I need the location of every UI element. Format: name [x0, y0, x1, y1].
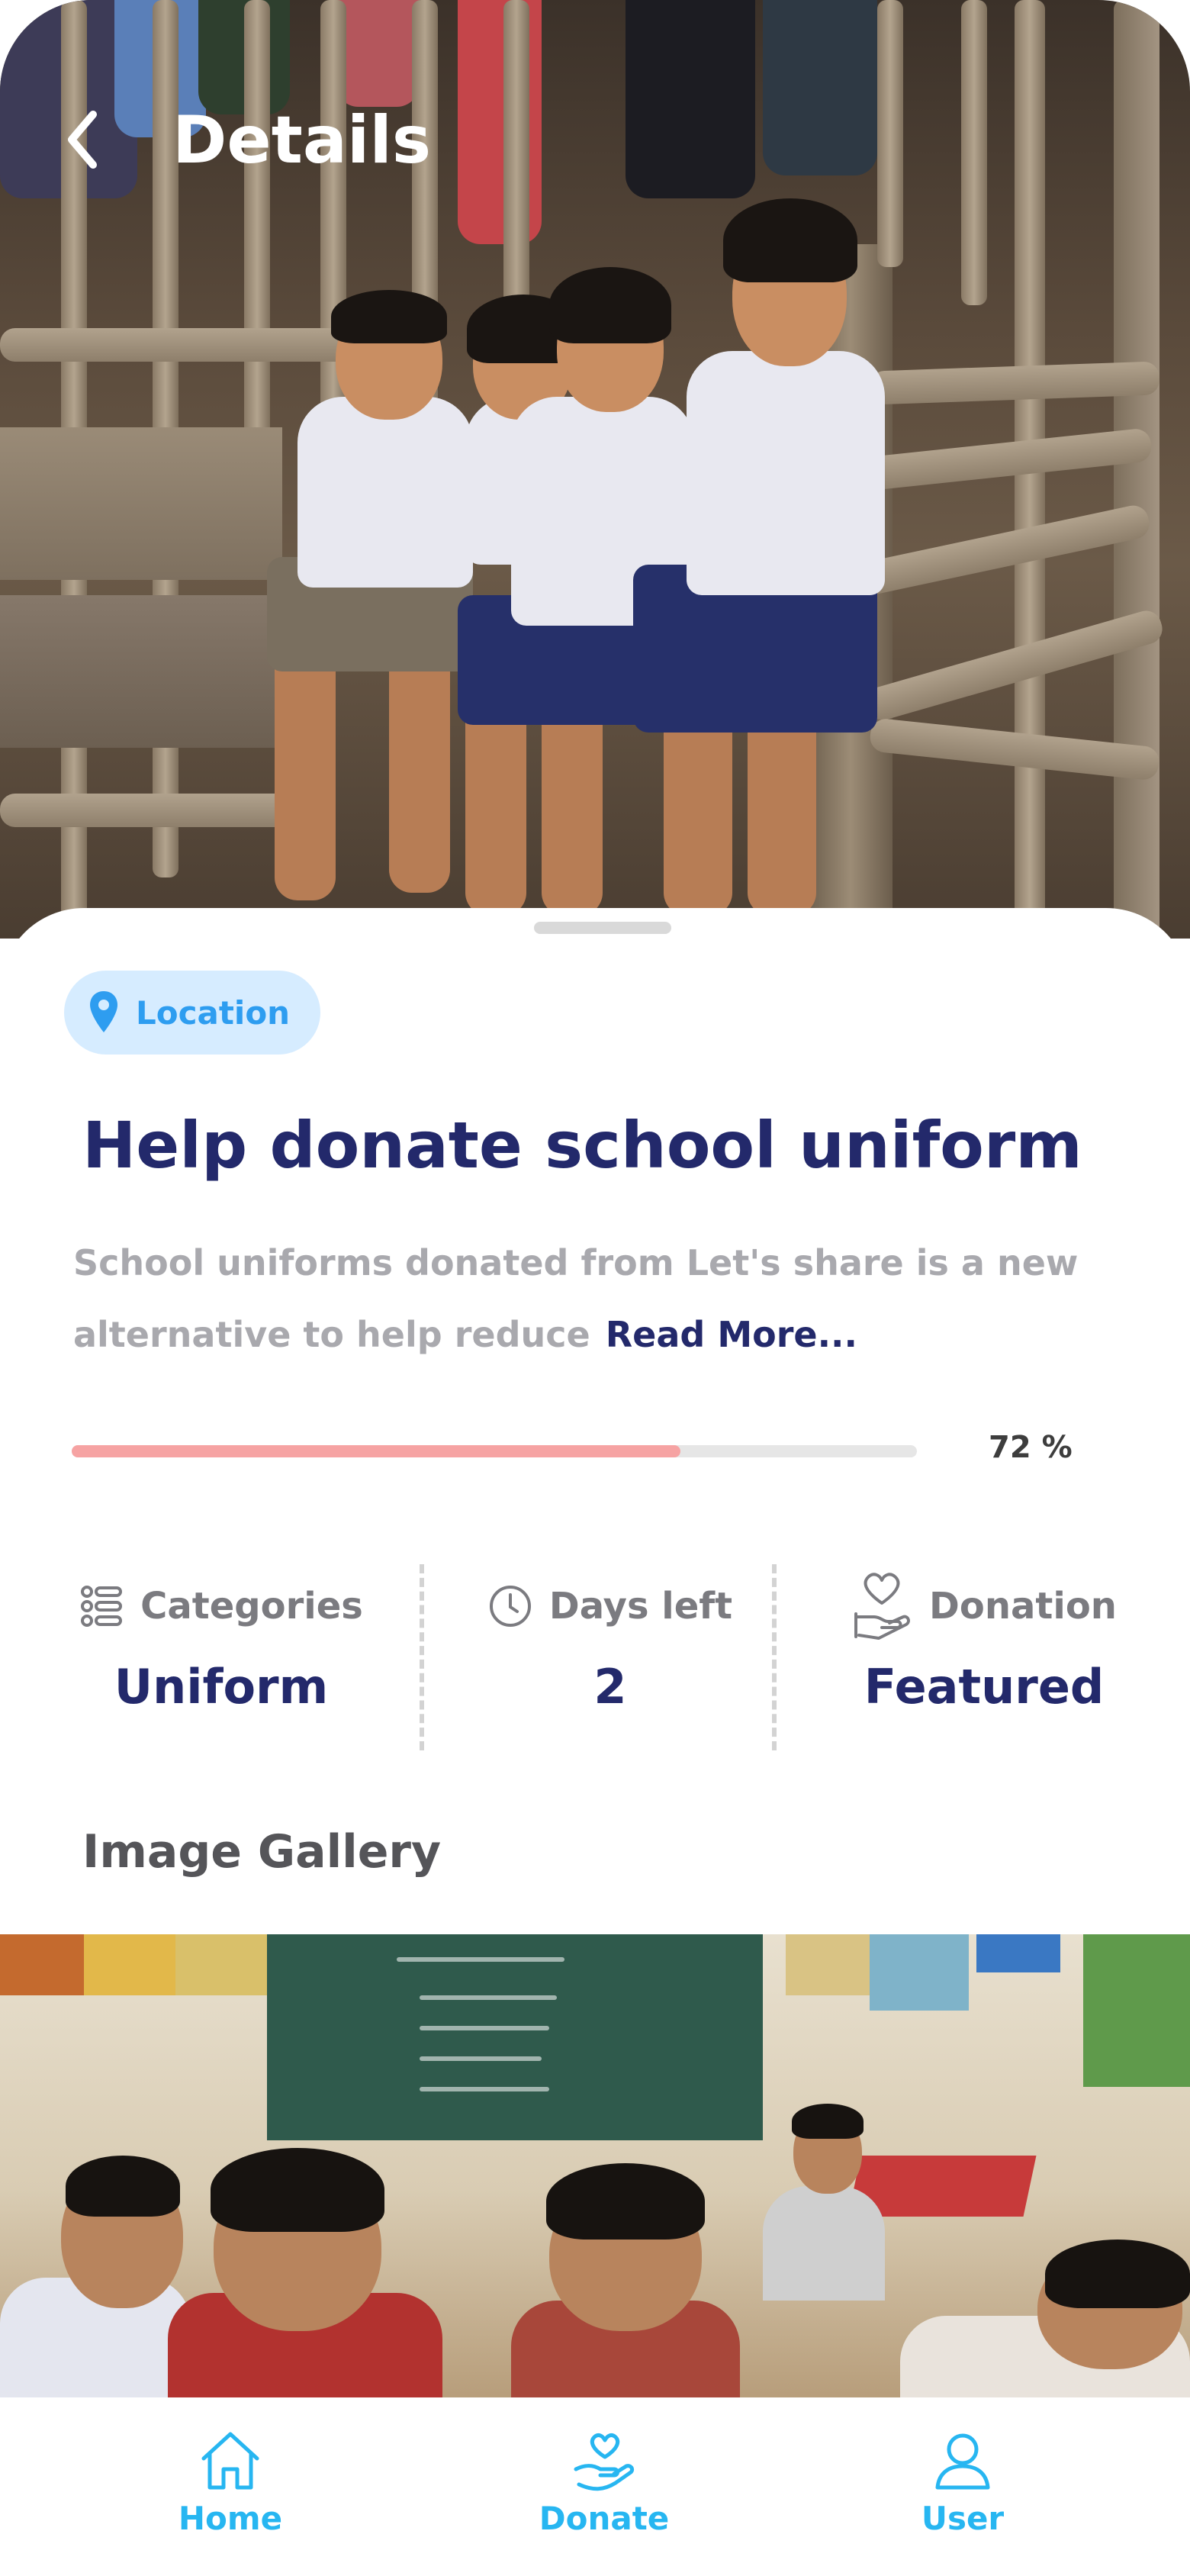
- page-title: Details: [172, 102, 432, 179]
- stat-label: Donation: [929, 1585, 1117, 1628]
- nav-home[interactable]: Home: [139, 2426, 322, 2549]
- back-button[interactable]: [60, 105, 105, 174]
- campaign-title: Help donate school uniform: [82, 1108, 1082, 1183]
- chevron-left-icon: [68, 111, 97, 169]
- hero-image: Details: [0, 0, 1190, 939]
- stat-value: Uniform: [114, 1659, 329, 1715]
- location-pin-icon: [90, 991, 117, 1032]
- progress-bar: [72, 1445, 917, 1457]
- list-icon: [81, 1586, 123, 1627]
- location-chip[interactable]: Location: [64, 971, 320, 1055]
- nav-donate-label: Donate: [539, 2500, 670, 2537]
- description-text: School uniforms donated from Let's share…: [73, 1242, 1079, 1355]
- stat-label: Days left: [548, 1585, 733, 1628]
- location-label: Location: [136, 993, 291, 1032]
- stat-days-left: Days left 2: [442, 1564, 778, 1763]
- details-sheet: Location Help donate school uniform Scho…: [0, 908, 1190, 1953]
- stat-value: Featured: [864, 1659, 1105, 1715]
- bottom-nav: Home Donate User: [0, 2397, 1190, 2576]
- nav-donate[interactable]: Donate: [513, 2426, 696, 2549]
- nav-user-label: User: [921, 2500, 1005, 2537]
- gallery-title: Image Gallery: [82, 1825, 442, 1879]
- nav-home-label: Home: [178, 2500, 283, 2537]
- chalkboard: [267, 1934, 763, 2140]
- heart-hand-icon: [854, 1573, 910, 1640]
- campaign-description: School uniforms donated from Let's share…: [73, 1227, 1126, 1370]
- stat-donation: Donation Featured: [809, 1564, 1159, 1763]
- gallery-image[interactable]: [0, 1934, 1190, 2400]
- stat-divider: [772, 1564, 777, 1750]
- user-icon: [935, 2433, 990, 2490]
- donate-icon: [574, 2433, 635, 2491]
- stat-divider: [420, 1564, 424, 1750]
- stat-categories: Categories Uniform: [46, 1564, 397, 1763]
- stat-value: 2: [593, 1659, 627, 1715]
- stat-label: Categories: [140, 1585, 363, 1628]
- home-icon: [201, 2432, 259, 2490]
- read-more-link[interactable]: Read More...: [606, 1314, 857, 1355]
- nav-user[interactable]: User: [871, 2426, 1054, 2549]
- progress-percent: 72 %: [989, 1430, 1073, 1465]
- progress-fill: [72, 1445, 680, 1457]
- clock-icon: [489, 1586, 531, 1627]
- sheet-handle[interactable]: [534, 922, 671, 934]
- details-screen: Details Location Help donate school unif…: [0, 0, 1190, 2576]
